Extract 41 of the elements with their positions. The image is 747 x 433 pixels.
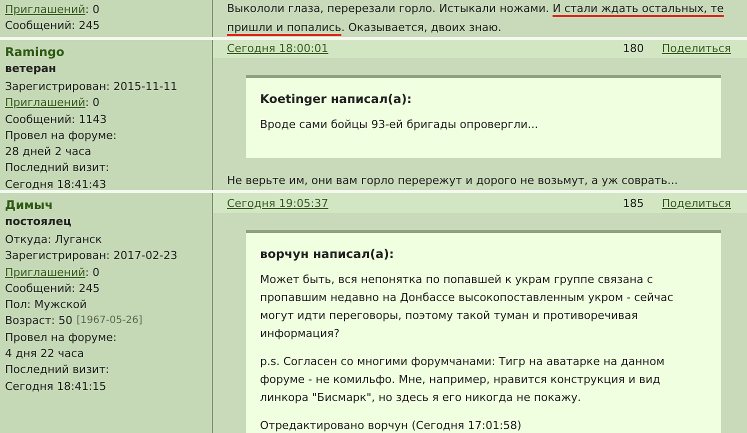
author-name[interactable]: Димыч (5, 197, 206, 214)
quote-author: Koetinger написал(а): (260, 90, 413, 108)
profile-line: Провел на форуме: (5, 128, 117, 144)
quote-paragraph: Вроде сами бойцы 93-ей бригады опровергли... (260, 116, 540, 132)
invitations-link[interactable]: Приглашений (5, 264, 86, 281)
post-number: 180 (622, 42, 644, 56)
profile-line: Сообщений: 245 (5, 280, 100, 297)
profile-line: Сегодня 18:41:43 (5, 176, 106, 190)
birth-date: [1967-05-26] (76, 314, 142, 328)
post-number: 185 (622, 196, 644, 210)
post-date-link[interactable]: Сегодня 18:00:01 (227, 42, 328, 56)
profile-line: Возраст: 50 (5, 313, 73, 330)
quote-paragraph: Отредактировано ворчун (Сегодня 17:01:58) (260, 418, 522, 433)
profile-line: Провел на форуме: (5, 330, 117, 346)
author-rank: постоялец (5, 214, 72, 229)
profile-line: Последний визит: (5, 362, 110, 378)
profile-line: Зарегистрирован: 2017-02-23 (5, 248, 178, 264)
invitations-count: : 0 (85, 95, 100, 112)
post-text: Выкололи глаза, перерезали горло. Истыкали ножами. И стали ждать остальных, те пришли и попались. Оказывается, двоих знаю. (226, 1, 725, 36)
invitations-link[interactable]: Приглашений (5, 95, 86, 112)
quote-author: ворчун написал(а): (260, 246, 395, 263)
quote-paragraph: p.s. Согласен со многими форумчанами: Тигр на аватарке на данном форуме - не комильфо. Мне, например, нравится конструкция и вид линкора "Бисмарк", но здесь я его никогда не покажу. (260, 354, 666, 406)
share-link[interactable]: Поделиться (662, 42, 731, 56)
post-text: Не верьте им, они вам горло перережут и дорого не возьмут, а уж соврать... (226, 172, 679, 188)
author-rank: ветеран (5, 61, 58, 76)
quote-paragraph: Может быть, вся непонятка по попавшей к украм группе связана с пропавшим недавно на Донбассе высокопоставленным укром - сейчас могут идти переговоры, поэтому такой туман и противоречивая информация? (260, 272, 674, 342)
author-name[interactable]: Ramingo (5, 44, 206, 61)
profile-line: Пол: Мужской (5, 297, 87, 314)
profile-line: 4 дня 22 часа (5, 346, 84, 362)
profile-line: Последний визит: (5, 160, 110, 176)
profile-line: Сообщений: 1143 (5, 112, 107, 128)
invitations-link[interactable]: Приглашений (5, 2, 86, 18)
share-link[interactable]: Поделиться (662, 196, 731, 210)
invitations-count: : 0 (85, 264, 100, 281)
invitations-count: : 0 (85, 2, 100, 18)
profile-line: Зарегистрирован: 2015-11-11 (5, 79, 178, 95)
post-date-link[interactable]: Сегодня 19:05:37 (227, 196, 328, 210)
profile-line: Сообщений: 245 (5, 18, 100, 34)
profile-line: Откуда: Луганск (5, 232, 102, 248)
profile-line: 28 дней 2 часа (5, 144, 92, 160)
profile-line: Сегодня 18:41:15 (5, 378, 106, 395)
